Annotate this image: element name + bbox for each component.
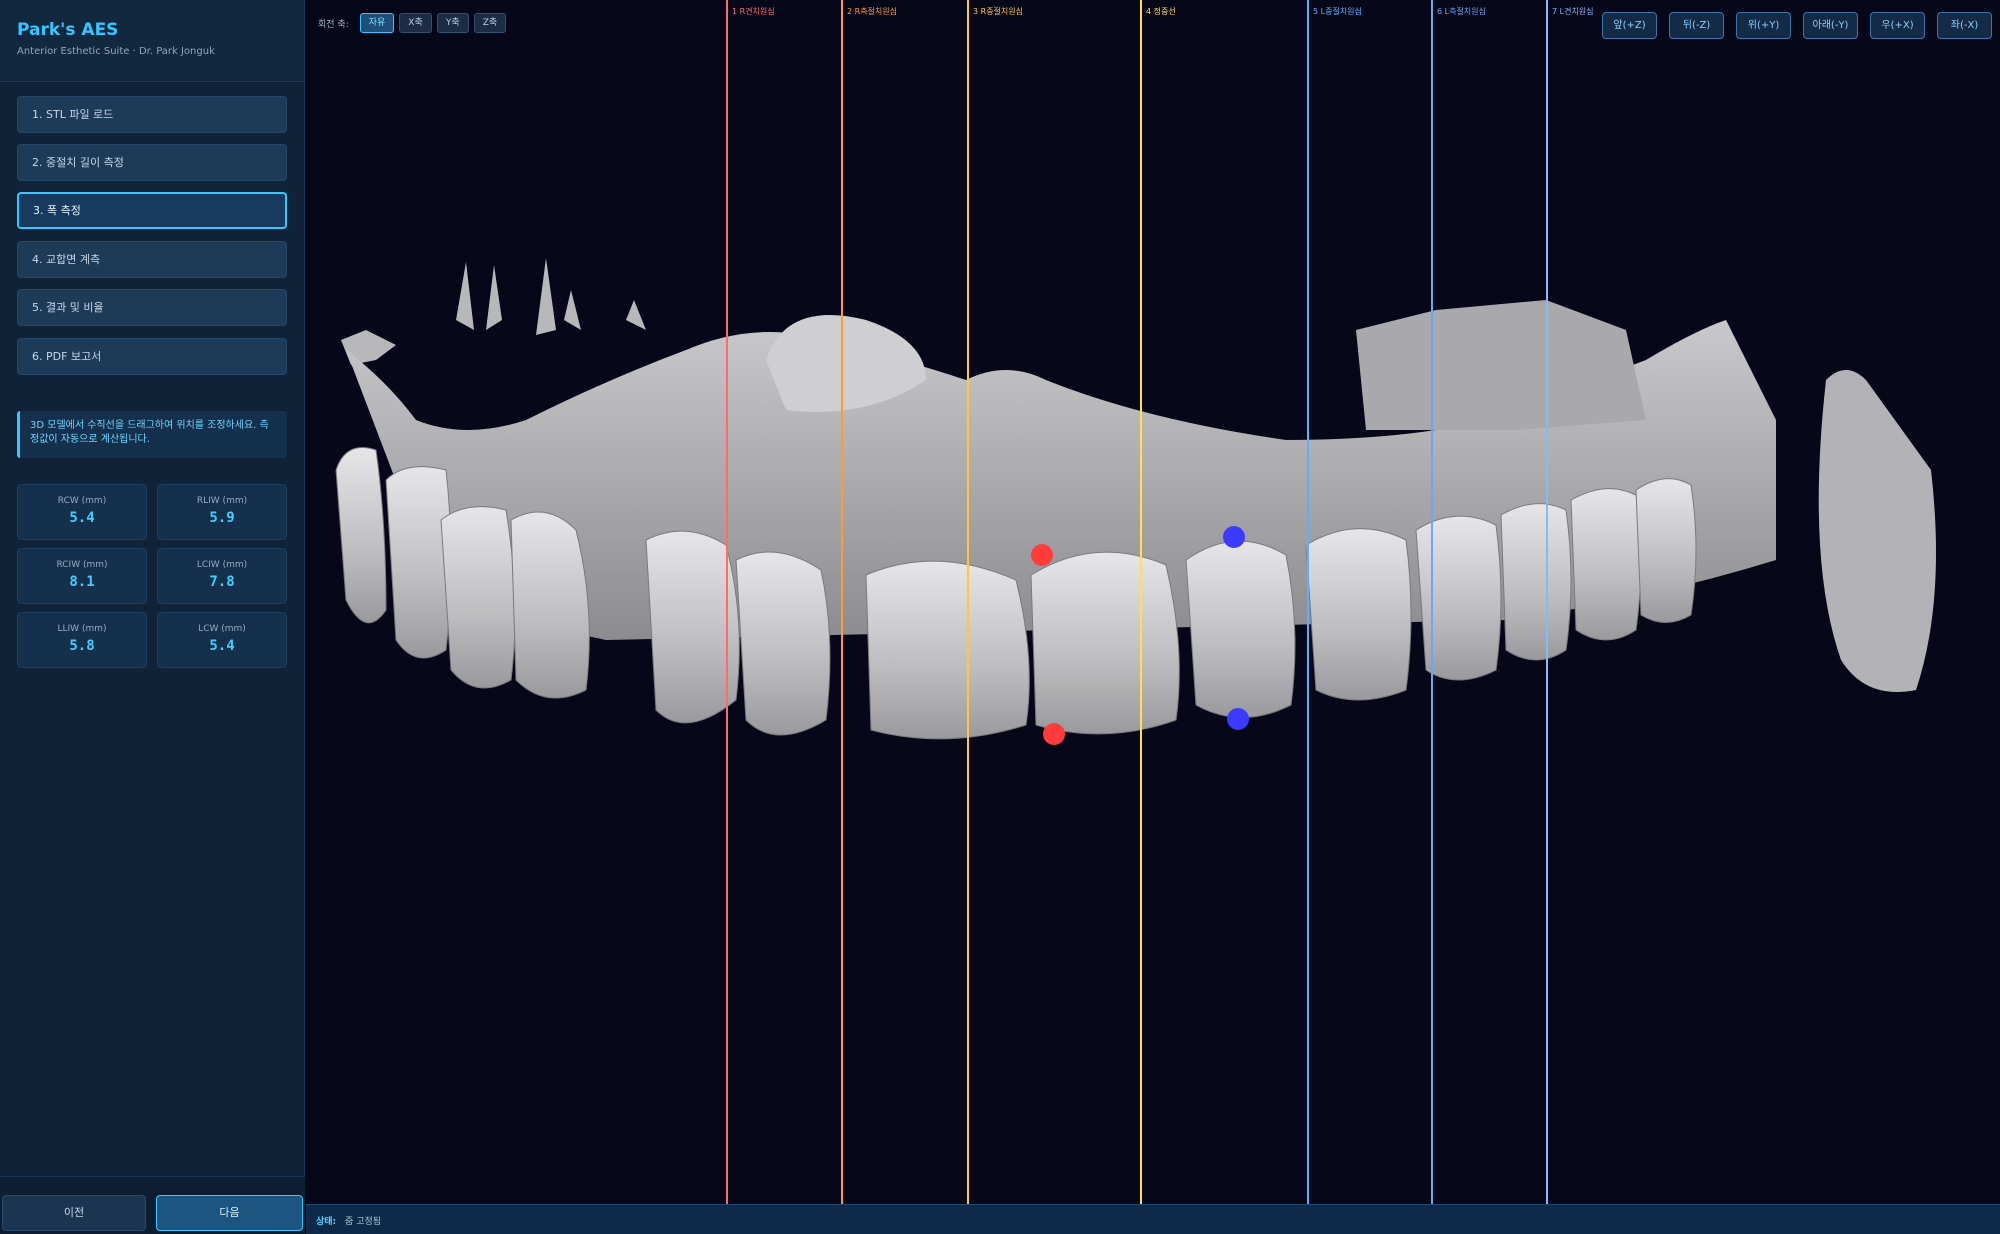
scan-fragments [341, 258, 646, 365]
tooth-l-central [1030, 551, 1180, 735]
prev-button[interactable]: 이전 [2, 1195, 146, 1231]
view-right-button[interactable]: 우(+X) [1870, 12, 1925, 39]
measure-line-3[interactable] [967, 0, 969, 1204]
measure-label: LCW (mm) [198, 624, 246, 634]
sidebar-footer: 이전 다음 [0, 1176, 305, 1234]
view-front-button[interactable]: 앞(+Z) [1602, 12, 1657, 39]
status-label: 상태: [316, 1217, 337, 1227]
measure-line-3-label: 3 R중절치원심 [973, 7, 1023, 16]
tooth-r-premolar-2 [440, 506, 516, 689]
status-value: 줌 고정됨 [345, 1217, 382, 1227]
measure-value: 7.8 [209, 574, 235, 590]
point-r-central-top[interactable] [1031, 544, 1053, 566]
step-2-central-length[interactable]: 2. 중절치 길이 측정 [17, 144, 287, 181]
measure-value: 5.4 [209, 638, 235, 654]
app-title: Park's AES [17, 20, 119, 40]
measure-line-6[interactable] [1431, 0, 1433, 1204]
view-buttons: 앞(+Z) 뒤(-Z) 위(+Y) 아래(-Y) 우(+X) 좌(-X) [1602, 12, 1992, 39]
step-1-stl-load[interactable]: 1. STL 파일 로드 [17, 96, 287, 133]
rotate-y-button[interactable]: Y축 [436, 13, 469, 33]
step-3-width-measure[interactable]: 3. 폭 측정 [17, 192, 287, 229]
tooth-l-premolar-2 [1500, 503, 1572, 661]
app-subtitle: Anterior Esthetic Suite · Dr. Park Jongu… [17, 46, 215, 57]
tooth-l-lateral [1185, 540, 1296, 718]
view-top-button[interactable]: 위(+Y) [1736, 12, 1791, 39]
instruction-hint: 3D 모델에서 수직선을 드래그하여 위치를 조정하세요. 측정값이 자동으로 … [17, 411, 287, 458]
tooth-l-molar-1 [1570, 488, 1642, 641]
dental-model[interactable] [306, 0, 2000, 1204]
rotate-free-button[interactable]: 자유 [359, 13, 395, 33]
next-button[interactable]: 다음 [156, 1195, 303, 1231]
measure-line-2[interactable] [841, 0, 843, 1204]
measure-line-7-label: 7 L견치원심 [1552, 7, 1594, 16]
measure-card-rcw: RCW (mm) 5.4 [17, 484, 147, 540]
measure-line-5[interactable] [1307, 0, 1309, 1204]
measure-card-rciw: RCIW (mm) 8.1 [17, 548, 147, 604]
tooth-l-molar-2 [1635, 478, 1697, 623]
measure-label: RCIW (mm) [56, 560, 108, 570]
brand-header: Park's AES Anterior Esthetic Suite · Dr.… [0, 0, 304, 82]
measure-label: LLIW (mm) [57, 624, 107, 634]
measure-card-rliw: RLIW (mm) 5.9 [157, 484, 287, 540]
measure-line-7[interactable] [1546, 0, 1548, 1204]
rotate-z-button[interactable]: Z축 [473, 13, 507, 33]
scan-flap-left-side [1818, 370, 1936, 692]
measure-card-lcw: LCW (mm) 5.4 [157, 612, 287, 668]
measure-line-5-label: 5 L중절치원심 [1313, 7, 1362, 16]
tooth-r-lateral [735, 551, 831, 736]
rotation-axis-bar: 회전 축: 자유 X축 Y축 Z축 [318, 12, 507, 34]
measure-line-2-label: 2 R측절치원심 [847, 7, 897, 16]
measure-value: 5.4 [69, 510, 95, 526]
measure-line-6-label: 6 L측절치원심 [1437, 7, 1486, 16]
3d-viewport[interactable]: 1 R견치원심 2 R측절치원심 3 R중절치원심 4 정중선 5 L중절치원심… [306, 0, 2000, 1204]
rotate-x-button[interactable]: X축 [399, 13, 432, 33]
tooth-r-molar-2 [335, 447, 387, 624]
step-5-results[interactable]: 5. 결과 및 비율 [17, 289, 287, 326]
tooth-r-molar-1 [385, 466, 452, 659]
tooth-l-premolar-1 [1415, 515, 1502, 681]
step-4-occlusal[interactable]: 4. 교합면 계측 [17, 241, 287, 278]
view-bottom-button[interactable]: 아래(-Y) [1803, 12, 1858, 39]
point-r-central-bottom[interactable] [1043, 723, 1065, 745]
status-bar: 상태: 줌 고정됨 [306, 1204, 2000, 1234]
point-l-central-bottom[interactable] [1227, 708, 1249, 730]
measure-value: 5.8 [69, 638, 95, 654]
view-back-button[interactable]: 뒤(-Z) [1669, 12, 1724, 39]
measure-card-lliw: LLIW (mm) 5.8 [17, 612, 147, 668]
point-l-central-top[interactable] [1223, 526, 1245, 548]
tooth-r-central [865, 560, 1030, 740]
app-window: Park's AES Anterior Esthetic Suite · Dr.… [0, 0, 2000, 1234]
measure-label: LCIW (mm) [196, 560, 248, 570]
step-6-pdf-report[interactable]: 6. PDF 보고서 [17, 338, 287, 375]
rotation-axis-label: 회전 축: [318, 19, 349, 30]
measure-label: RCW (mm) [57, 496, 107, 506]
measure-label: RLIW (mm) [196, 496, 248, 506]
measure-line-1[interactable] [726, 0, 728, 1204]
tooth-l-canine [1305, 528, 1412, 701]
measure-line-1-label: 1 R견치원심 [732, 7, 775, 16]
measure-line-4-midline[interactable] [1140, 0, 1142, 1204]
sidebar: Park's AES Anterior Esthetic Suite · Dr.… [0, 0, 305, 1234]
measure-value: 5.9 [209, 510, 235, 526]
measure-line-4-label: 4 정중선 [1146, 7, 1176, 16]
tooth-r-premolar-1 [510, 511, 590, 699]
measure-card-lciw: LCIW (mm) 7.8 [157, 548, 287, 604]
gingiva-posterior [1356, 300, 1646, 430]
view-left-button[interactable]: 좌(-X) [1937, 12, 1992, 39]
measure-value: 8.1 [69, 574, 95, 590]
